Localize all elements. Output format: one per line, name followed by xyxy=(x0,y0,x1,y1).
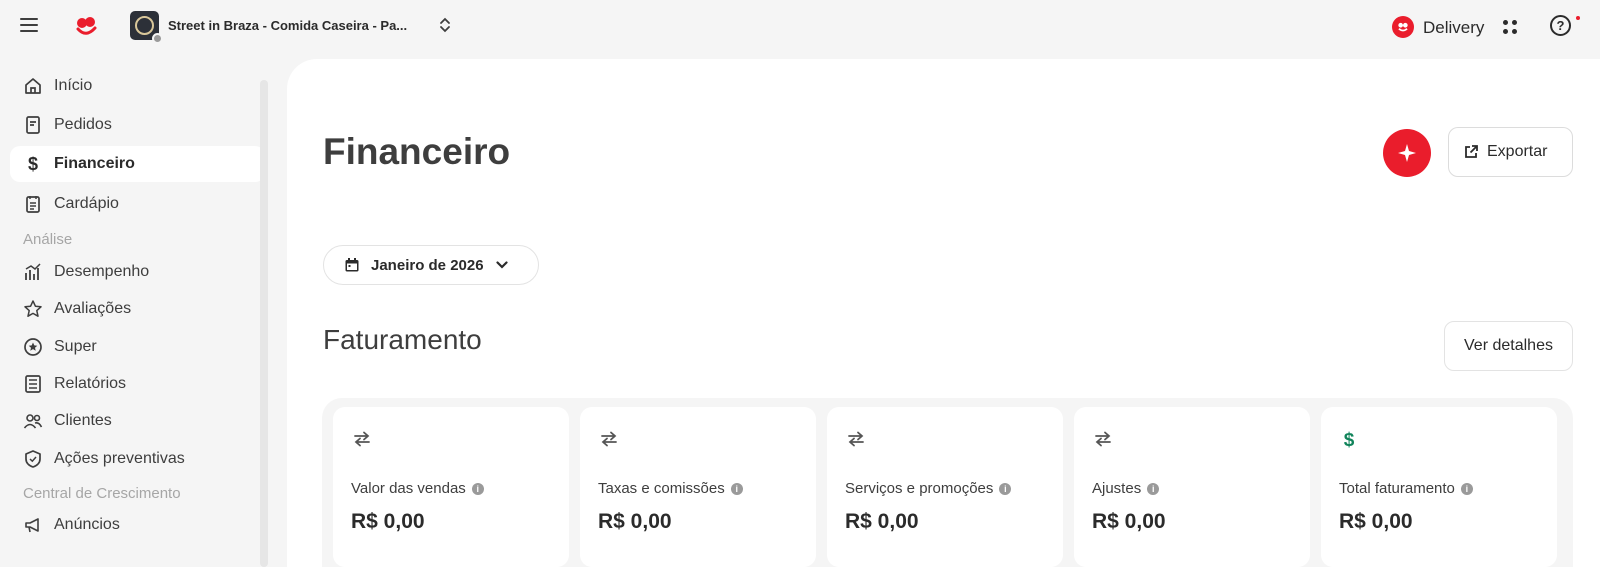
card-valor-vendas: Valor das vendas i R$ 0,00 xyxy=(333,407,569,567)
period-selector[interactable]: Janeiro de 2026 xyxy=(323,245,539,285)
card-label: Ajustes i xyxy=(1092,480,1160,497)
transfer-icon xyxy=(848,431,864,447)
export-button[interactable]: Exportar xyxy=(1448,127,1573,177)
external-link-icon xyxy=(1465,145,1478,158)
info-icon[interactable]: i xyxy=(730,482,743,495)
transfer-icon xyxy=(1095,431,1111,447)
card-label: Taxas e comissões i xyxy=(598,480,743,497)
shield-icon xyxy=(22,448,44,470)
sidebar-item-label: Anúncios xyxy=(54,516,120,533)
help-icon[interactable]: ? xyxy=(1550,15,1571,36)
super-star-icon xyxy=(22,336,44,358)
chevron-down-icon xyxy=(495,261,508,269)
chart-icon xyxy=(22,261,44,283)
card-total-faturamento: $ Total faturamento i R$ 0,00 xyxy=(1321,407,1557,567)
info-icon[interactable]: i xyxy=(1147,482,1160,495)
section-label-crescimento: Central de Crescimento xyxy=(23,485,181,502)
receipt-icon xyxy=(22,114,44,136)
card-value: R$ 0,00 xyxy=(1339,510,1413,533)
store-status-indicator xyxy=(152,33,163,44)
sidebar-item-financeiro[interactable]: $ Financeiro xyxy=(10,146,265,182)
brand-logo[interactable] xyxy=(74,14,98,38)
delivery-logo-icon xyxy=(1392,16,1414,38)
period-label: Janeiro de 2026 xyxy=(371,256,484,274)
sidebar-item-label: Avaliações xyxy=(54,300,132,317)
sidebar-item-relatorios[interactable]: Relatórios xyxy=(10,366,265,402)
chevron-up-down-icon[interactable] xyxy=(438,16,452,34)
card-value: R$ 0,00 xyxy=(845,510,919,533)
card-label: Valor das vendas i xyxy=(351,480,484,497)
people-icon xyxy=(22,410,44,432)
svg-text:$: $ xyxy=(1344,430,1355,449)
apps-grid-icon[interactable] xyxy=(1503,20,1519,36)
sidebar-item-clientes[interactable]: Clientes xyxy=(10,403,265,439)
card-taxas-comissoes: Taxas e comissões i R$ 0,00 xyxy=(580,407,816,567)
hamburger-menu-icon[interactable] xyxy=(20,18,38,32)
notification-dot xyxy=(1576,16,1580,20)
card-value: R$ 0,00 xyxy=(351,510,425,533)
export-button-label: Exportar xyxy=(1487,143,1548,160)
sidebar-item-desempenho[interactable]: Desempenho xyxy=(10,254,265,290)
card-ajustes: Ajustes i R$ 0,00 xyxy=(1074,407,1310,567)
sparkle-icon xyxy=(1398,144,1416,162)
sidebar-item-pedidos[interactable]: Pedidos xyxy=(10,107,265,143)
home-icon xyxy=(22,75,44,97)
card-servicos-promocoes: Serviços e promoções i R$ 0,00 xyxy=(827,407,1063,567)
sidebar-item-anuncios[interactable]: Anúncios xyxy=(10,507,265,543)
sidebar-item-inicio[interactable]: Início xyxy=(10,68,265,104)
sidebar-item-label: Desempenho xyxy=(54,263,150,280)
revenue-cards: Valor das vendas i R$ 0,00 Taxas e comiss… xyxy=(322,398,1573,567)
menu-book-icon xyxy=(22,193,44,215)
megaphone-icon xyxy=(22,514,44,536)
sidebar-item-label: Relatórios xyxy=(54,375,127,392)
sidebar-item-cardapio[interactable]: Cardápio xyxy=(10,186,265,222)
sidebar-item-label: Clientes xyxy=(54,412,112,429)
ai-assistant-button[interactable] xyxy=(1383,129,1431,177)
svg-text:$: $ xyxy=(28,154,38,174)
delivery-label[interactable]: Delivery xyxy=(1423,18,1484,38)
section-title-faturamento: Faturamento xyxy=(323,324,482,355)
sidebar-item-label: Super xyxy=(54,338,97,355)
info-icon[interactable]: i xyxy=(1460,482,1473,495)
sidebar-item-label: Ações preventivas xyxy=(54,450,185,467)
report-icon xyxy=(22,373,44,395)
card-value: R$ 0,00 xyxy=(1092,510,1166,533)
sidebar-item-label: Pedidos xyxy=(54,116,112,133)
calendar-icon xyxy=(345,258,359,272)
dollar-icon: $ xyxy=(22,153,44,175)
sidebar-item-super[interactable]: Super xyxy=(10,329,265,365)
sidebar-item-avaliacoes[interactable]: Avaliações xyxy=(10,291,265,327)
transfer-icon xyxy=(354,431,370,447)
page-title: Financeiro xyxy=(323,131,511,172)
main-content: Financeiro Exportar Janeiro de 2026 Fatu… xyxy=(287,59,1600,567)
sidebar-item-acoes-preventivas[interactable]: Ações preventivas xyxy=(10,441,265,477)
sidebar-item-label: Cardápio xyxy=(54,195,119,212)
view-details-label: Ver detalhes xyxy=(1464,337,1553,354)
transfer-icon xyxy=(601,431,617,447)
sidebar-item-label: Financeiro xyxy=(54,155,135,172)
view-details-button[interactable]: Ver detalhes xyxy=(1444,321,1573,371)
top-bar: Street in Braza - Comida Caseira - Pa...… xyxy=(0,0,1600,56)
star-icon xyxy=(22,298,44,320)
card-label: Total faturamento i xyxy=(1339,480,1473,497)
store-name[interactable]: Street in Braza - Comida Caseira - Pa... xyxy=(168,18,407,33)
card-value: R$ 0,00 xyxy=(598,510,672,533)
card-label: Serviços e promoções i xyxy=(845,480,1012,497)
info-icon[interactable]: i xyxy=(999,482,1012,495)
info-icon[interactable]: i xyxy=(471,482,484,495)
section-label-analise: Análise xyxy=(23,231,73,248)
sidebar-item-label: Início xyxy=(54,77,93,94)
sidebar: Início Pedidos $ Financeiro Cardápio Aná… xyxy=(0,66,268,567)
dollar-icon: $ xyxy=(1344,430,1355,449)
sidebar-scrollbar[interactable] xyxy=(260,80,268,567)
